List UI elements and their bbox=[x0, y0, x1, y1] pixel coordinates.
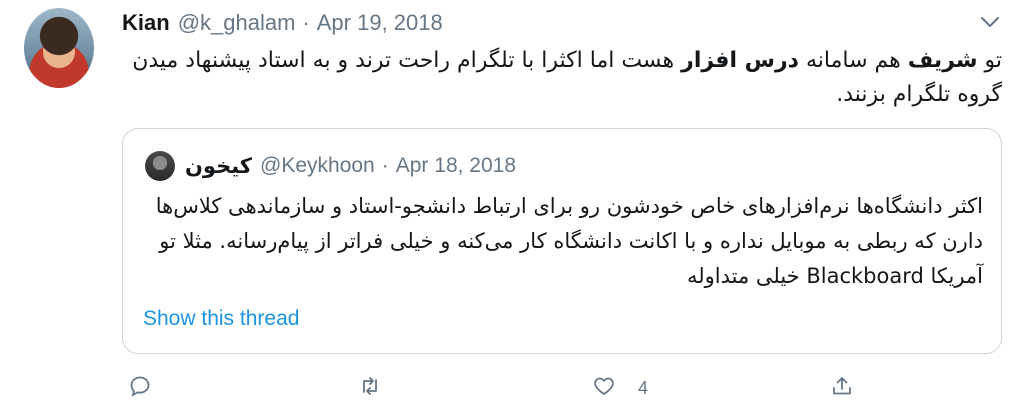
tweet-text-bold-darsafzar: درس افزار bbox=[681, 48, 799, 73]
show-thread-link[interactable]: Show this thread bbox=[143, 307, 299, 331]
share-icon bbox=[830, 374, 854, 403]
quoted-date: Apr 18, 2018 bbox=[395, 154, 517, 177]
reply-button[interactable] bbox=[128, 372, 152, 404]
quoted-author-name: کیخون bbox=[185, 154, 253, 178]
like-count: 4 bbox=[638, 377, 649, 398]
author-name[interactable]: Kian bbox=[122, 10, 170, 36]
author-handle[interactable]: @k_ghalam bbox=[178, 10, 296, 36]
action-bar: 4 bbox=[122, 372, 1002, 404]
quoted-header: کیخون @Keykhoon · Apr 18, 2018 bbox=[145, 151, 516, 181]
retweet-icon bbox=[358, 374, 382, 403]
like-icon bbox=[592, 374, 616, 403]
retweet-button[interactable] bbox=[358, 372, 382, 404]
tweet-text-bold-sharif: شریف bbox=[907, 48, 978, 73]
quoted-separator-dot: · bbox=[381, 154, 389, 177]
quoted-tweet[interactable]: کیخون @Keykhoon · Apr 18, 2018 اکثر دانش… bbox=[122, 128, 1002, 354]
reply-icon bbox=[128, 374, 152, 403]
tweet-text-pre: تو bbox=[977, 48, 1003, 73]
like-button[interactable]: 4 bbox=[592, 372, 648, 404]
tweet-date[interactable]: Apr 19, 2018 bbox=[317, 10, 443, 36]
quoted-author-handle: @Keykhoon bbox=[260, 154, 375, 177]
chevron-down-icon[interactable] bbox=[978, 10, 1002, 34]
tweet-text: تو شریف هم سامانه درس افزار هست اما اکثر… bbox=[122, 44, 1002, 112]
tweet-header: Kian @k_ghalam · Apr 19, 2018 bbox=[122, 10, 443, 38]
quoted-avatar bbox=[145, 151, 175, 181]
share-button[interactable] bbox=[830, 372, 854, 404]
separator-dot: · bbox=[302, 10, 310, 35]
quoted-text: اکثر دانشگاه‌ها نرم‌افزارهای خاص خودشون … bbox=[155, 194, 983, 288]
tweet-text-mid: هم سامانه bbox=[798, 48, 908, 73]
avatar[interactable] bbox=[24, 8, 94, 88]
